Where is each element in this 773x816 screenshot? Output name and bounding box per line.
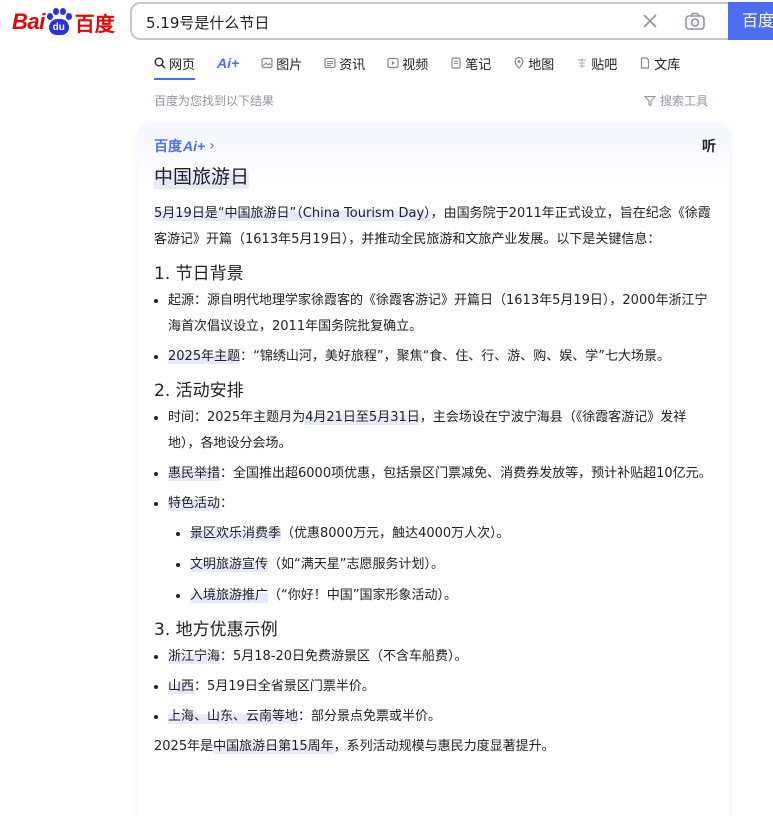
local-highlight: 上海、山东、云南等地 — [168, 709, 299, 724]
sub-text: （“你好！中国”国家形象活动）。 — [268, 588, 457, 603]
nav-tabs: 网页 Ai+ 图片 资讯 视频 笔记 地图 贴吧 文库 — [154, 52, 702, 80]
local-text: ：5月19日全省景区门票半价。 — [194, 679, 375, 694]
tab-label: 贴吧 — [591, 57, 618, 73]
search-tools-label: 搜索工具 — [660, 94, 709, 108]
list-item: 时间：2025年主题月为4月21日至5月31日，主会场设在宁波宁海县（《徐霞客游… — [154, 405, 714, 457]
ai-card-content: 中国旅游日 5月19日是“中国旅游日”（China Tourism Day），由… — [154, 162, 714, 760]
origin-text: ：源自明代地理学家徐霞客的《徐霞客游记》开篇日（1613年5月19日），2000… — [168, 293, 708, 334]
list-item: 浙江宁海：5月18-20日免费游景区（不含车船费）。 — [154, 644, 714, 670]
ai-icon: Ai+ — [183, 138, 206, 154]
list-item: 特色活动： — [154, 491, 714, 517]
search-query-text: 5.19号是什么节日 — [146, 14, 270, 32]
sub-highlight: 入境旅游推广 — [190, 588, 269, 603]
ai-icon: Ai+ — [217, 55, 240, 71]
baidu-logo[interactable]: Bai du 百度 — [12, 6, 115, 38]
closing-highlight: 中国旅游日第15周年 — [213, 739, 334, 754]
note-icon — [451, 57, 461, 69]
tab-ai[interactable]: Ai+ — [217, 52, 239, 74]
time-label: 时间 — [168, 410, 195, 425]
top-bar: Bai du 百度 5.19号是什么节日 百度 — [0, 0, 773, 44]
tab-images[interactable]: 图片 — [261, 52, 302, 74]
section-heading: 3. 地方优惠示例 — [154, 620, 278, 640]
tab-label: 视频 — [402, 57, 429, 73]
tab-label: 图片 — [276, 57, 303, 73]
image-icon — [261, 57, 273, 69]
video-icon — [387, 57, 399, 69]
list-item: 山西：5月19日全省景区门票半价。 — [154, 674, 714, 700]
logo-text-cn: 百度 — [74, 11, 115, 36]
section-heading: 2. 活动安排 — [154, 381, 244, 401]
tab-video[interactable]: 视频 — [387, 52, 428, 74]
tab-map[interactable]: 地图 — [513, 52, 554, 74]
chevron-right-icon: › — [209, 138, 215, 154]
search-input[interactable]: 5.19号是什么节日 — [130, 2, 730, 40]
tab-label: 资讯 — [339, 57, 366, 73]
tab-wenku[interactable]: 文库 — [639, 52, 680, 74]
search-icon — [154, 57, 166, 69]
news-icon — [324, 57, 336, 69]
answer-title: 中国旅游日 — [154, 162, 250, 189]
section-heading: 1. 节日背景 — [154, 264, 244, 284]
logo-text-du: du — [48, 19, 69, 35]
tab-news[interactable]: 资讯 — [324, 52, 365, 74]
sub-highlight: 景区欢乐消费季 — [190, 526, 282, 541]
local-highlight: 浙江宁海 — [168, 649, 221, 664]
origin-label: 起源 — [168, 293, 195, 308]
sub-highlight: 文明旅游宣传 — [190, 557, 269, 572]
list-item: 上海、山东、云南等地：部分景点免票或半价。 — [154, 704, 714, 730]
close-icon[interactable] — [640, 11, 660, 31]
benefit-label: 惠民举措 — [168, 466, 221, 481]
listen-button[interactable]: 听 — [702, 136, 716, 156]
theme-label: 2025年主题 — [168, 349, 241, 364]
intro-paragraph: 5月19日是“中国旅游日”（China Tourism Day），由国务院于20… — [154, 201, 714, 253]
camera-icon[interactable] — [684, 10, 706, 32]
sub-text: （如“满天星”志愿服务计划）。 — [268, 557, 444, 572]
closing-paragraph: 2025年是中国旅游日第15周年，系列活动规模与惠民力度显著提升。 — [154, 734, 714, 760]
doc-icon — [641, 57, 650, 69]
local-text: ：5月18-20日免费游景区（不含车船费）。 — [220, 649, 468, 664]
special-colon: ： — [220, 496, 234, 511]
list-item: 景区欢乐消费季（优惠8000万元，触达4000万人次）。 — [176, 521, 714, 547]
map-icon — [514, 57, 524, 69]
tab-web[interactable]: 网页 — [154, 52, 196, 80]
ai-card-header[interactable]: 百度 Ai+ › — [154, 136, 215, 156]
list-item: 起源：源自明代地理学家徐霞客的《徐霞客游记》开篇日（1613年5月19日），20… — [154, 288, 714, 340]
special-label: 特色活动 — [168, 496, 221, 511]
search-tools-button[interactable]: 搜索工具 — [644, 92, 708, 109]
paw-icon: du — [46, 8, 72, 36]
ai-card-brand: 百度 — [154, 139, 182, 155]
sub-text: （优惠8000万元，触达4000万人次）。 — [281, 526, 510, 541]
intro-highlight: 5月19日是“中国旅游日”（China Tourism Day） — [154, 206, 431, 221]
tab-notes[interactable]: 笔记 — [450, 52, 491, 74]
list-item: 文明旅游宣传（如“满天星”志愿服务计划）。 — [176, 552, 714, 578]
ai-answer-card: 百度 Ai+ › 听 中国旅游日 5月19日是“中国旅游日”（China Tou… — [138, 124, 730, 816]
tieba-icon — [578, 58, 587, 68]
closing-post: ，系列活动规模与惠民力度显著提升。 — [333, 739, 555, 754]
tab-tieba[interactable]: 贴吧 — [576, 52, 617, 74]
local-text: ：部分景点免票或半价。 — [298, 709, 442, 724]
theme-text: ：“锦绣山河，美好旅程”，聚焦“食、住、行、游、购、娱、学”七大场景。 — [240, 349, 671, 364]
tab-label: 文库 — [654, 57, 681, 73]
list-item: 入境旅游推广（“你好！中国”国家形象活动）。 — [176, 583, 714, 609]
list-item: 2025年主题：“锦绣山河，美好旅程”，聚焦“食、住、行、游、购、娱、学”七大场… — [154, 344, 714, 370]
closing-pre: 2025年是 — [154, 739, 214, 754]
search-button[interactable]: 百度 — [728, 2, 773, 40]
time-pre: ：2025年主题月为 — [194, 410, 306, 425]
filter-icon — [644, 95, 656, 106]
benefit-text: ：全国推出超6000项优惠，包括景区门票减免、消费券发放等，预计补贴超10亿元。 — [220, 466, 712, 481]
tab-label: 网页 — [169, 57, 196, 73]
logo-text-bai: Bai — [12, 9, 45, 34]
time-highlight: 4月21日至5月31日 — [305, 410, 420, 425]
local-highlight: 山西 — [168, 679, 195, 694]
tab-label: 地图 — [528, 57, 555, 73]
results-info: 百度为您找到以下结果 — [154, 94, 275, 108]
tab-label: 笔记 — [465, 57, 492, 73]
list-item: 惠民举措：全国推出超6000项优惠，包括景区门票减免、消费券发放等，预计补贴超1… — [154, 461, 714, 487]
